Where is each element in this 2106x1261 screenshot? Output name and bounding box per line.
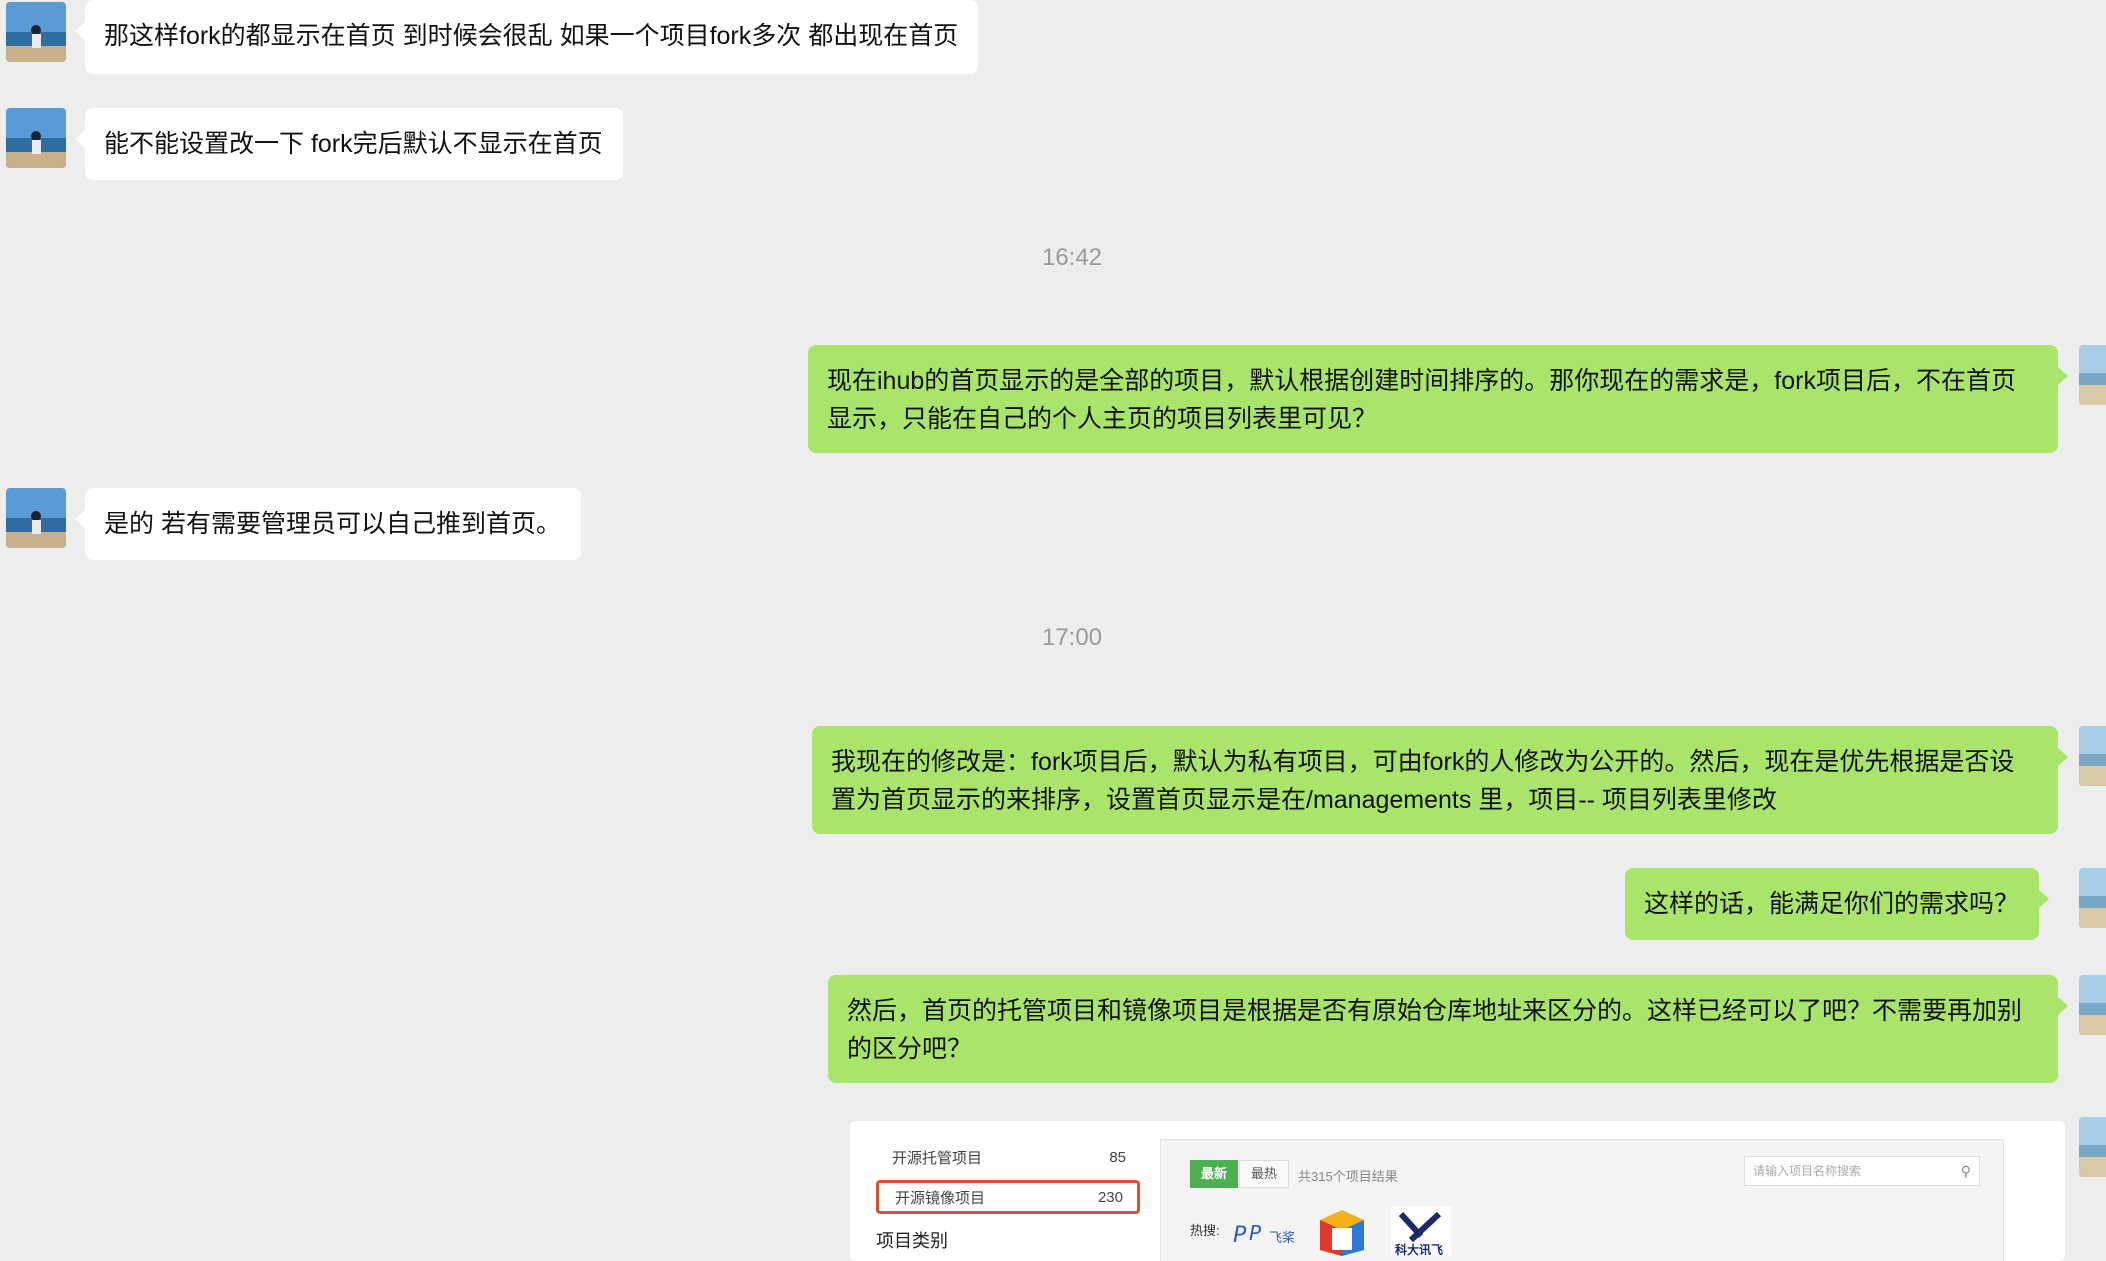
sidebar-item-mirror: 开源镜像项目 230 <box>876 1180 1140 1214</box>
message-bubble-incoming[interactable]: 能不能设置改一下 fork完后默认不显示在首页 <box>75 108 623 180</box>
result-count: 共315个项目结果 <box>1298 1169 1398 1184</box>
embedded-sidebar: 开源托管项目 85 开源镜像项目 230 项目类别 <box>850 1121 1150 1261</box>
sidebar-item-hosted: 开源托管项目 85 <box>876 1141 1140 1173</box>
contact-avatar[interactable] <box>6 488 66 548</box>
my-avatar[interactable] <box>2079 345 2106 405</box>
iflytek-logo: 科大讯飞 <box>1391 1206 1451 1257</box>
message-timestamp: 16:42 <box>1041 244 1103 271</box>
cube-logo <box>1314 1206 1370 1256</box>
sidebar-item-label: 开源托管项目 <box>892 1149 983 1167</box>
message-bubble-outgoing[interactable]: 我现在的修改是：fork项目后，默认为私有项目，可由fork的人修改为公开的。然… <box>812 726 2068 834</box>
svg-text:科大讯飞: 科大讯飞 <box>1395 1242 1443 1256</box>
search-icon: ⚲ <box>1960 1163 1971 1179</box>
message-bubble-outgoing[interactable]: 现在ihub的首页显示的是全部的项目，默认根据创建时间排序的。那你现在的需求是，… <box>808 345 2068 453</box>
my-avatar[interactable] <box>2079 1117 2106 1177</box>
sidebar-item-label: 开源镜像项目 <box>895 1189 986 1207</box>
my-avatar[interactable] <box>2079 726 2106 786</box>
sidebar-item-count: 230 <box>1097 1188 1123 1206</box>
message-bubble-outgoing[interactable]: 这样的话，能满足你们的需求吗？ <box>1625 868 2050 940</box>
tab-latest: 最新 <box>1190 1160 1239 1188</box>
hot-search-label: 热搜: <box>1190 1223 1220 1238</box>
embedded-main-panel: 最新 最热 共315个项目结果 请输入项目名称搜索 ⚲ 热搜: P P 飞桨 科大讯… <box>1160 1139 2004 1261</box>
contact-avatar[interactable] <box>6 108 66 168</box>
image-message[interactable]: 开源托管项目 85 开源镜像项目 230 项目类别 最新 最热 共315个项目结… <box>850 1121 2065 1261</box>
search-input: 请输入项目名称搜索 ⚲ <box>1744 1156 1980 1186</box>
svg-text:P: P <box>1233 1223 1247 1248</box>
sidebar-item-count: 85 <box>1109 1148 1126 1166</box>
contact-avatar[interactable] <box>6 2 66 62</box>
my-avatar[interactable] <box>2079 975 2106 1035</box>
tab-hot: 最热 <box>1239 1160 1290 1188</box>
search-placeholder: 请输入项目名称搜索 <box>1753 1164 1862 1178</box>
my-avatar[interactable] <box>2079 868 2106 928</box>
svg-text:飞桨: 飞桨 <box>1269 1230 1295 1246</box>
message-bubble-incoming[interactable]: 是的 若有需要管理员可以自己推到首页。 <box>75 488 581 560</box>
sidebar-heading: 项目类别 <box>876 1231 948 1251</box>
svg-text:P: P <box>1249 1221 1262 1245</box>
message-bubble-outgoing[interactable]: 然后，首页的托管项目和镜像项目是根据是否有原始仓库地址来区分的。这样已经可以了吧… <box>828 975 2068 1083</box>
message-timestamp: 17:00 <box>1041 624 1103 651</box>
paddle-logo: P P 飞桨 <box>1231 1206 1297 1256</box>
message-bubble-incoming[interactable]: 那这样fork的都显示在首页 到时候会很乱 如果一个项目fork多次 都出现在首… <box>74 0 979 74</box>
